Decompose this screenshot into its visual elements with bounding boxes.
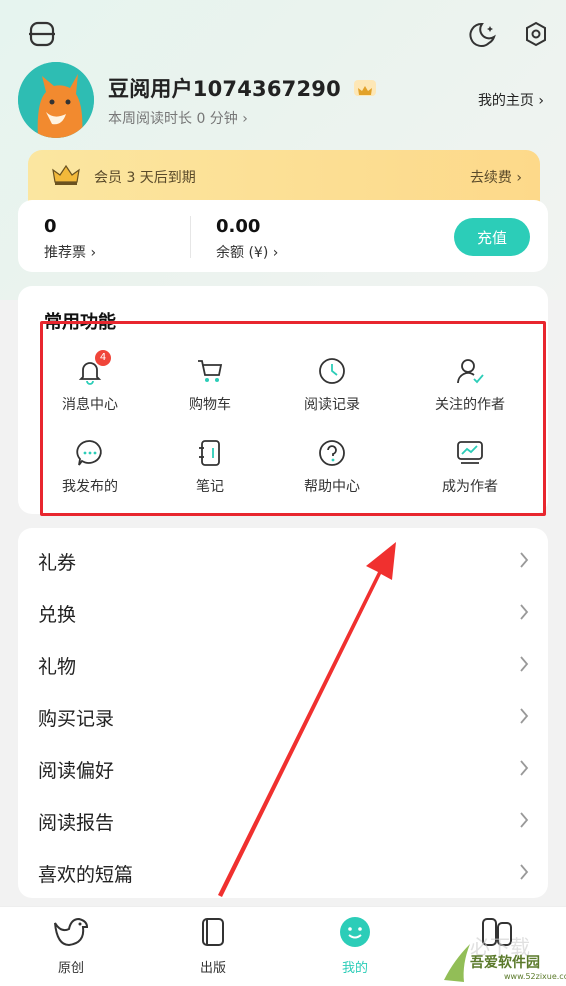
tab-label: 原创 (57, 961, 84, 976)
menu-item-coupons[interactable]: 礼券 (18, 536, 548, 588)
balance-value: 0.00 (216, 216, 261, 237)
highlight-box (40, 321, 546, 516)
weekly-reading-time[interactable]: 本周阅读时长 0 分钟 › (108, 108, 248, 128)
menu-item-reading-report[interactable]: 阅读报告 (18, 796, 548, 848)
vip-crown-icon (50, 162, 82, 192)
chevron-right-icon (518, 758, 530, 782)
menu-item-label: 阅读报告 (38, 812, 115, 834)
watermark-url: www.52zixue.com (504, 972, 566, 981)
menu-item-redeem[interactable]: 兑换 (18, 588, 548, 640)
wallet-card: 0 推荐票 › 0.00 余额 (¥) › 充值 (18, 200, 548, 272)
menu-item-label: 礼券 (38, 552, 77, 574)
menu-item-label: 兑换 (38, 604, 77, 626)
renew-button[interactable]: 去续费 › (470, 167, 522, 187)
menu-item-label: 购买记录 (38, 708, 115, 730)
recommend-tickets-link[interactable]: 推荐票 › (44, 242, 96, 262)
tab-label: 出版 (199, 961, 226, 976)
settings-menu-list: 礼券 兑换 礼物 购买记录 阅读偏好 阅读报告 喜欢的短篇 (18, 528, 548, 898)
scan-icon[interactable] (24, 16, 60, 52)
avatar[interactable] (18, 62, 94, 138)
watermark-text: 吾爱软件园 (470, 955, 540, 971)
chevron-right-icon (518, 602, 530, 626)
tab-publish[interactable]: 出版 (168, 915, 258, 976)
vip-crown-icon (354, 80, 377, 96)
recharge-button[interactable]: 充值 (454, 218, 530, 256)
menu-item-label: 阅读偏好 (38, 760, 115, 782)
recommend-tickets-value: 0 (44, 216, 57, 237)
my-homepage-link[interactable]: 我的主页 › (478, 90, 544, 110)
profile-section: 豆阅用户1074367290 本周阅读时长 0 分钟 › 我的主页 › (18, 60, 548, 140)
divider (190, 216, 191, 258)
balance-link[interactable]: 余额 (¥) › (216, 242, 278, 262)
menu-item-label: 喜欢的短篇 (38, 864, 134, 886)
menu-item-gifts[interactable]: 礼物 (18, 640, 548, 692)
book-icon (168, 915, 258, 953)
vip-expiry-text: 会员 3 天后到期 (94, 170, 196, 186)
settings-icon[interactable] (518, 16, 554, 52)
chevron-right-icon (518, 550, 530, 574)
smiley-icon (310, 915, 400, 953)
username-text: 豆阅用户1074367290 (108, 77, 341, 101)
top-bar (0, 14, 566, 54)
chevron-right-icon (518, 810, 530, 834)
chevron-right-icon (518, 654, 530, 678)
vip-banner[interactable]: 会员 3 天后到期 去续费 › (28, 150, 540, 202)
chevron-right-icon (518, 862, 530, 886)
menu-item-label: 礼物 (38, 656, 77, 678)
username: 豆阅用户1074367290 (108, 73, 377, 103)
bird-icon (26, 915, 116, 953)
tab-mine[interactable]: 我的 (310, 915, 400, 976)
tab-label: 我的 (341, 961, 368, 976)
menu-item-reading-preferences[interactable]: 阅读偏好 (18, 744, 548, 796)
menu-item-liked-short-stories[interactable]: 喜欢的短篇 (18, 848, 548, 900)
chevron-right-icon (518, 706, 530, 730)
menu-item-purchase-history[interactable]: 购买记录 (18, 692, 548, 744)
night-mode-icon[interactable] (466, 16, 502, 52)
tab-original[interactable]: 原创 (26, 915, 116, 976)
